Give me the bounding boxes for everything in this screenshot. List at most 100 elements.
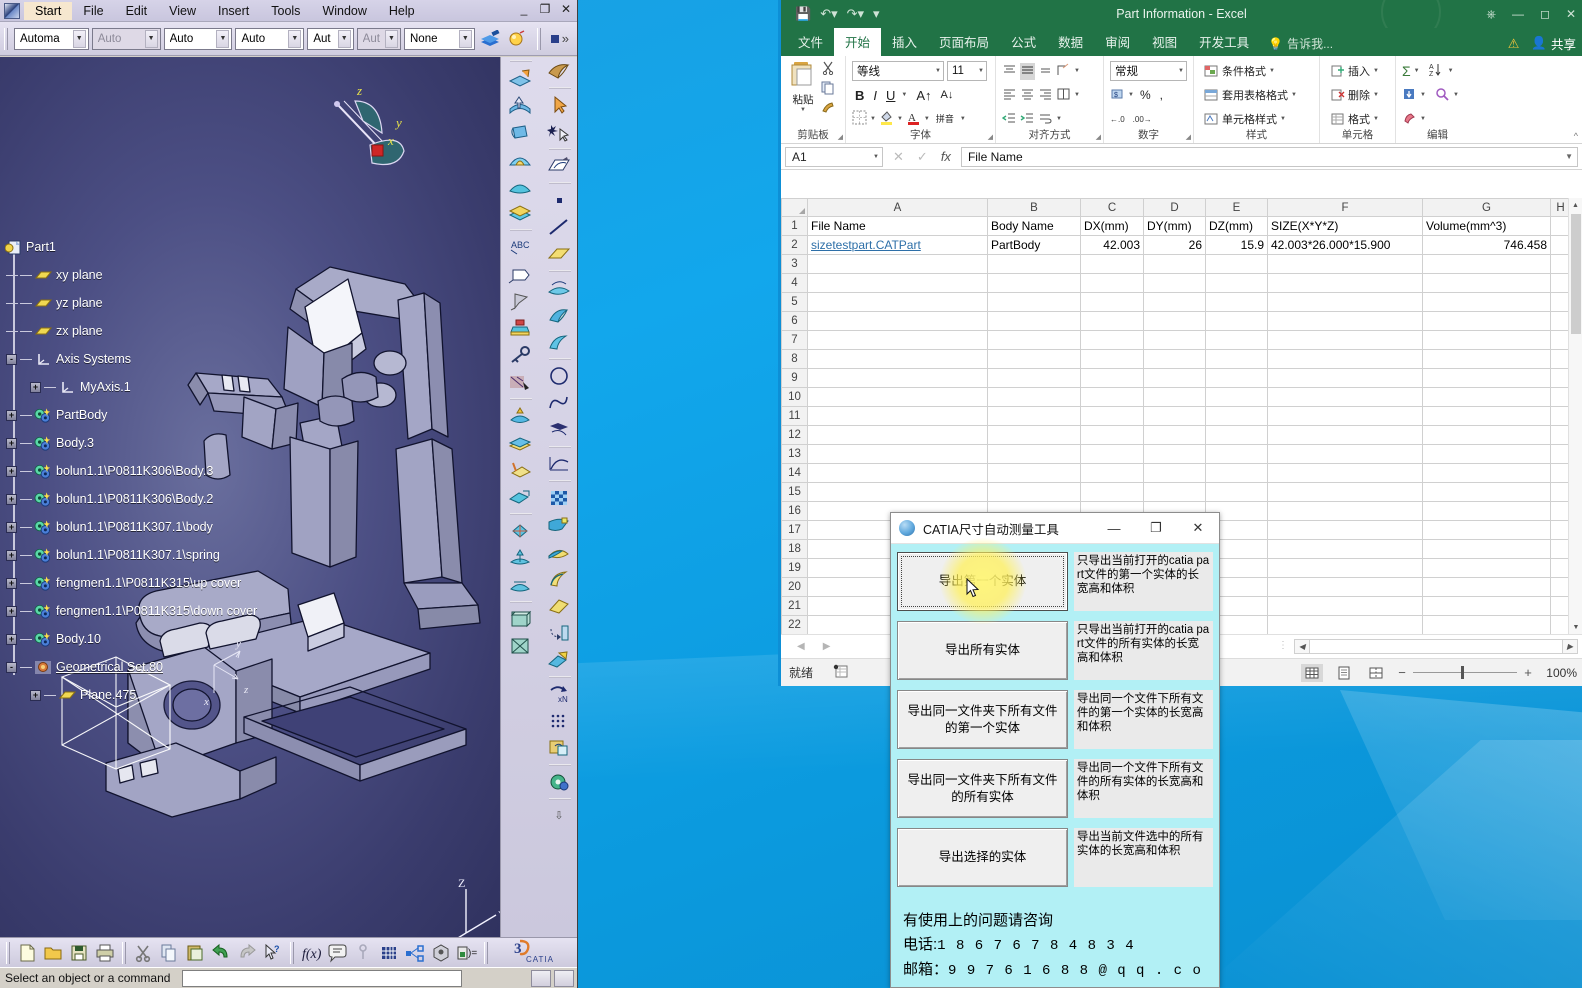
ribbon-group-font[interactable]: 等线 ▼ 11 ▼ B I U ▼ A↑ A↓ ▼ ▼ A ▼ 拼音 ▼ 字体 … <box>845 56 995 143</box>
tree-node[interactable]: - Geometrical Set.80 <box>4 653 257 681</box>
cut-icon[interactable] <box>131 941 155 965</box>
grid-cell[interactable] <box>987 349 1081 369</box>
menu-item-file[interactable]: File <box>72 2 114 20</box>
ribbon-group-alignment[interactable]: ▼ ▼ ▼ 对齐方式 ◢ <box>995 56 1103 143</box>
table-row[interactable]: 11 <box>781 406 1571 426</box>
catia-right-toolbar[interactable]: ABC xN ⇩ <box>500 57 577 937</box>
chevron-down-icon[interactable]: ▼ <box>1291 92 1297 98</box>
tree-node[interactable]: yz plane <box>4 289 257 317</box>
paste-icon[interactable] <box>790 59 816 92</box>
toolbar-combo-5[interactable]: Aut ▼ <box>356 27 401 50</box>
horizontal-scrollbar[interactable]: ◀ ▶ <box>1294 638 1578 654</box>
toolbar-gripper[interactable] <box>290 941 294 964</box>
ribbon-group-styles[interactable]: 条件格式 ▼ 套用表格格式 ▼ 单元格样式 ▼ 样式 <box>1193 56 1319 143</box>
grid-cell[interactable] <box>1143 368 1206 388</box>
fill-icon[interactable] <box>1402 87 1417 104</box>
align-middle-icon[interactable] <box>1020 62 1035 80</box>
chevron-down-icon[interactable]: ▼ <box>1074 68 1080 74</box>
grid-cell[interactable] <box>987 292 1081 312</box>
grid-cell[interactable] <box>1422 368 1551 388</box>
decrease-indent-icon[interactable] <box>1001 111 1017 128</box>
next-sheet-icon[interactable]: ▶ <box>823 641 831 652</box>
increase-decimal-icon[interactable]: .00→ <box>1128 115 1152 124</box>
tell-me-box[interactable]: 💡 告诉我... <box>1260 31 1341 56</box>
grid-cell[interactable] <box>1143 425 1206 445</box>
formula-input[interactable]: File Name ▼ <box>960 146 1578 167</box>
grid-cell[interactable] <box>1422 615 1551 634</box>
chevron-down-icon[interactable]: ▼ <box>1373 68 1379 74</box>
grid-cell[interactable] <box>1422 406 1551 426</box>
zoom-knob[interactable] <box>1461 666 1464 679</box>
menu-item-view[interactable]: View <box>158 2 207 20</box>
grid-cell[interactable] <box>807 273 988 293</box>
design-table-icon[interactable] <box>429 941 453 965</box>
dialog-row[interactable]: 导出所有实体 只导出当前打开的catia part文件的所有实体的长宽高和体积 <box>897 621 1213 680</box>
tree-node[interactable]: + bolun1.1\P0811K306\Body.2 <box>4 485 257 513</box>
formula-bar-buttons[interactable]: ✕ ✓ fx <box>883 149 961 165</box>
grid-cell[interactable] <box>1422 463 1551 483</box>
grid-cell[interactable] <box>807 330 988 350</box>
toolbar-overflow-icon[interactable]: » <box>562 31 573 46</box>
excel-ribbon[interactable]: 粘贴 ▼ 剪贴板 ◢ 等线 ▼ 11 ▼ B I U ▼ A↑ A↓ ▼ ▼ A… <box>781 56 1582 144</box>
percent-style-button[interactable]: % <box>1137 87 1154 103</box>
column-headers[interactable]: A B C D E F G H <box>781 198 1571 217</box>
expand-formula-bar-icon[interactable]: ▼ <box>1565 152 1573 161</box>
grid-cell[interactable] <box>987 273 1081 293</box>
grid-cell[interactable] <box>1143 254 1206 274</box>
chevron-down-icon[interactable]: ▼ <box>901 92 907 98</box>
dialog-row[interactable]: 导出同一文件夹下所有文件的所有实体 导出同一个文件下所有文件的所有实体的长宽高和体… <box>897 759 1213 818</box>
grid-cell[interactable] <box>1422 330 1551 350</box>
scroll-down-icon[interactable]: ▼ <box>1569 620 1582 634</box>
dialog-action-button-5[interactable]: 导出选择的实体 <box>897 828 1068 887</box>
grid-cell[interactable] <box>1080 482 1144 502</box>
copy-icon[interactable] <box>821 81 835 98</box>
grid-cell[interactable] <box>987 444 1081 464</box>
grid-cell[interactable] <box>1080 311 1144 331</box>
row-header[interactable]: 13 <box>781 444 808 464</box>
toolbar-combo-1[interactable]: Auto ▼ <box>91 27 161 50</box>
grid-cell[interactable] <box>1143 349 1206 369</box>
excel-ribbon-tabs[interactable]: 文件 开始 插入 页面布局 公式 数据 审阅 视图 开发工具 💡 告诉我... … <box>781 28 1582 56</box>
grid-cell[interactable] <box>1080 292 1144 312</box>
cell-styles-button[interactable]: 单元格样式 ▼ <box>1200 110 1289 128</box>
dialog-launcher-icon[interactable]: ◢ <box>1186 133 1191 141</box>
dialog-row[interactable]: 导出同一文件夹下所有文件的第一个实体 导出同一个文件下所有文件的第一个实体的长宽高… <box>897 690 1213 749</box>
tree-expander[interactable]: + <box>6 521 17 533</box>
grid-cell[interactable] <box>1205 311 1268 331</box>
row-header[interactable]: 17 <box>781 520 808 540</box>
maximize-icon[interactable]: ❐ <box>1135 520 1177 536</box>
repeat-object-icon[interactable]: xN <box>540 680 577 707</box>
tab-data[interactable]: 数据 <box>1047 28 1094 56</box>
grid-cell[interactable] <box>1080 254 1144 274</box>
grid-cell[interactable] <box>1205 254 1268 274</box>
table-row[interactable]: 4 <box>781 273 1571 293</box>
tab-view[interactable]: 视图 <box>1141 28 1188 56</box>
tab-page-layout[interactable]: 页面布局 <box>928 28 1000 56</box>
paste-icon[interactable] <box>183 941 207 965</box>
data-cell[interactable]: 15.9 <box>1205 235 1268 255</box>
grid-cell[interactable] <box>1267 577 1423 597</box>
fillet-surface-icon[interactable] <box>540 328 577 355</box>
grid-cell[interactable] <box>1267 444 1423 464</box>
grid-cell[interactable] <box>1267 254 1423 274</box>
scale-icon[interactable] <box>501 517 539 544</box>
table-row[interactable]: 3 <box>781 254 1571 274</box>
grid-cell[interactable] <box>1267 311 1423 331</box>
split-handle-icon[interactable]: ⋮ <box>1278 641 1294 651</box>
spline-curve-icon[interactable] <box>540 389 577 416</box>
row-header[interactable]: 15 <box>781 482 808 502</box>
points-pattern-icon[interactable] <box>540 707 577 734</box>
currency-icon[interactable]: $ <box>1110 87 1125 104</box>
grid-cell[interactable] <box>1422 444 1551 464</box>
sketcher-icon[interactable] <box>540 152 577 179</box>
status-lock-icon[interactable] <box>554 969 574 987</box>
data-cell[interactable]: 42.003*26.000*15.900 <box>1267 235 1423 255</box>
restore-icon[interactable]: ◻ <box>1540 7 1550 21</box>
ribbon-group-clipboard[interactable]: 粘贴 ▼ 剪贴板 ◢ <box>781 56 845 143</box>
grid-cell[interactable] <box>1080 368 1144 388</box>
redo-icon[interactable] <box>235 941 259 965</box>
grid-cell[interactable] <box>807 349 988 369</box>
align-bottom-icon[interactable] <box>1038 63 1053 80</box>
page-layout-view-icon[interactable] <box>1333 664 1355 682</box>
grid-cell[interactable] <box>807 463 988 483</box>
